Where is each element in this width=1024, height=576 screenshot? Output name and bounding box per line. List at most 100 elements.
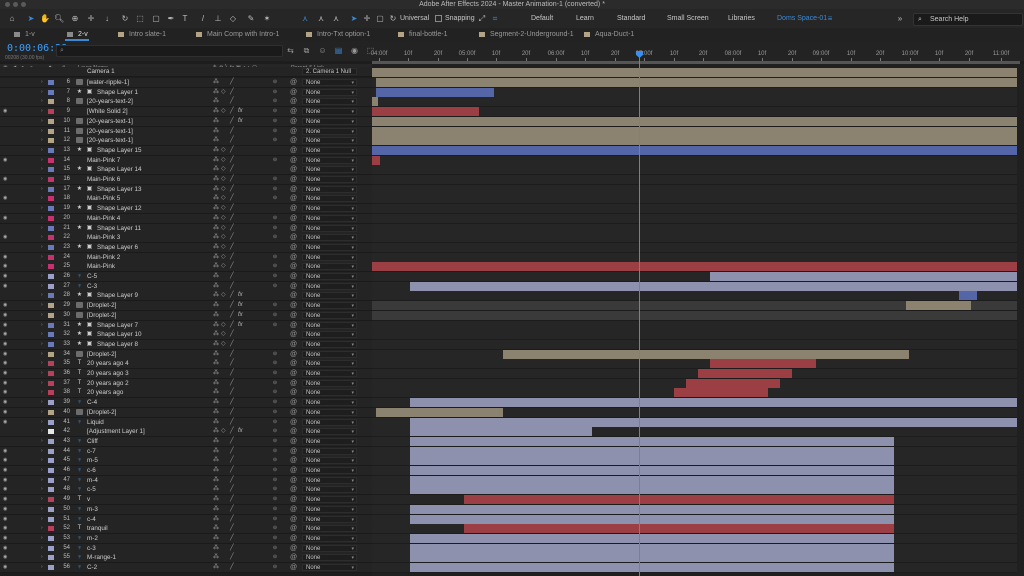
effects-switch-icon[interactable]: fx	[238, 321, 243, 330]
shy-switch-icon[interactable]: ⁂	[213, 379, 219, 388]
layer-name[interactable]: Main-Pink 3	[87, 233, 120, 242]
layer-name[interactable]: [20-years-text-1]	[87, 127, 133, 136]
quality-switch-icon[interactable]: ╱	[230, 418, 234, 427]
shy-switch-icon[interactable]: ⁂	[213, 544, 219, 553]
layer-row[interactable]: ◉ › 37 T 20 years ago 2 ⁂ ╱ ⊝ @ None ▾	[0, 378, 372, 389]
comp-tab-5[interactable]: final-bottle-1	[398, 28, 448, 41]
shy-switch-icon[interactable]: ⁂	[213, 97, 219, 106]
pick-whip-icon[interactable]: @	[290, 272, 297, 281]
effects-switch-icon[interactable]: fx	[238, 311, 243, 320]
expand-arrow-icon[interactable]: ›	[41, 330, 43, 339]
pick-whip-icon[interactable]: @	[290, 185, 297, 194]
expand-arrow-icon[interactable]: ›	[41, 311, 43, 320]
motion-blur-switch-icon[interactable]: ⊝	[272, 428, 278, 434]
quality-switch-icon[interactable]: ╱	[230, 175, 234, 184]
layer-row[interactable]: › 17 ★ ▣ Shape Layer 13 ⁂ ◇ ╱ ⊝ @ None ▾	[0, 184, 372, 195]
world-axis-icon[interactable]: ⋏	[316, 12, 326, 25]
label-color-swatch[interactable]	[48, 497, 54, 503]
visibility-eye-icon[interactable]: ◉	[3, 555, 8, 560]
pick-whip-icon[interactable]: @	[290, 136, 297, 145]
layer-duration-bar[interactable]	[410, 427, 592, 437]
expand-arrow-icon[interactable]: ›	[41, 291, 43, 300]
motion-blur-switch-icon[interactable]: ⊝	[272, 554, 278, 560]
parent-dropdown[interactable]: None ▾	[302, 195, 357, 203]
frame-blending-icon[interactable]: ▤	[334, 46, 343, 55]
snap-options-icon[interactable]: ⤢	[477, 12, 487, 25]
expand-arrow-icon[interactable]: ›	[41, 136, 43, 145]
workspace-default[interactable]: Default	[531, 12, 553, 25]
shy-switch-icon[interactable]: ⁂	[213, 291, 219, 300]
expand-arrow-icon[interactable]: ›	[41, 456, 43, 465]
shy-switch-icon[interactable]: ⁂	[213, 175, 219, 184]
shy-switch-icon[interactable]: ⁂	[213, 437, 219, 446]
parent-dropdown[interactable]: None ▾	[302, 127, 357, 135]
visibility-eye-icon[interactable]: ◉	[3, 322, 8, 327]
layer-name[interactable]: [Droplet-2]	[87, 311, 116, 320]
parent-dropdown[interactable]: None ▾	[302, 79, 357, 86]
motion-blur-switch-icon[interactable]: ⊝	[272, 351, 278, 357]
shy-switch-icon[interactable]: ⁂	[213, 330, 219, 339]
track-row[interactable]	[372, 223, 1024, 234]
layer-duration-bar[interactable]	[410, 533, 894, 543]
motion-blur-icon[interactable]: ◉	[350, 46, 359, 55]
layer-name[interactable]: Shape Layer 11	[97, 224, 141, 233]
shy-switch-icon[interactable]: ⁂	[213, 233, 219, 242]
parent-dropdown[interactable]: None ▾	[302, 263, 357, 271]
puppet-tool-icon[interactable]: ✶	[262, 12, 272, 25]
quality-switch-icon[interactable]: ╱	[230, 165, 234, 174]
visibility-eye-icon[interactable]: ◉	[3, 390, 8, 395]
motion-blur-switch-icon[interactable]: ⊝	[272, 89, 278, 95]
label-color-swatch[interactable]	[48, 526, 54, 532]
quality-switch-icon[interactable]: ╱	[230, 553, 234, 562]
parent-dropdown[interactable]: None ▾	[302, 564, 357, 571]
motion-blur-switch-icon[interactable]: ⊝	[272, 380, 278, 386]
quality-switch-icon[interactable]: ╱	[230, 408, 234, 417]
parent-dropdown[interactable]: None ▾	[302, 496, 357, 504]
layer-duration-bar[interactable]	[674, 388, 768, 398]
pick-whip-icon[interactable]: @	[290, 321, 297, 330]
layer-name[interactable]: [Droplet-2]	[87, 408, 116, 417]
layer-name[interactable]: Cliff	[87, 437, 98, 446]
layer-duration-bar[interactable]	[906, 301, 971, 311]
quality-switch-icon[interactable]: ╱	[230, 291, 234, 300]
label-color-swatch[interactable]	[48, 312, 54, 318]
layer-row[interactable]: ◉ › 16 Main-Pink 6 ⁂ ◇ ╱ ⊝ @ None ▾	[0, 175, 372, 185]
layer-duration-bar[interactable]	[410, 446, 894, 456]
eraser-tool-icon[interactable]: ◇	[228, 12, 238, 25]
expand-arrow-icon[interactable]: ›	[41, 563, 43, 572]
collapse-switch-icon[interactable]: ◇	[221, 204, 226, 213]
label-color-swatch[interactable]	[48, 448, 54, 454]
collapse-switch-icon[interactable]: ◇	[221, 291, 226, 300]
pick-whip-icon[interactable]: @	[290, 78, 297, 87]
layer-row[interactable]: › 19 ★ ▣ Shape Layer 12 ⁂ ◇ ╱ @ None ▾	[0, 204, 372, 215]
pick-whip-icon[interactable]: @	[290, 253, 297, 262]
layer-duration-bar[interactable]	[372, 116, 1020, 126]
shy-switch-icon[interactable]: ⁂	[213, 156, 219, 165]
collapse-switch-icon[interactable]: ◇	[221, 165, 226, 174]
pick-whip-icon[interactable]: @	[290, 359, 297, 368]
visibility-eye-icon[interactable]: ◉	[3, 274, 8, 279]
layer-row[interactable]: ◉ › 14 Main-Pink 7 ⁂ ◇ ╱ ⊝ @ None ▾	[0, 155, 372, 166]
label-color-swatch[interactable]	[48, 283, 54, 289]
motion-blur-switch-icon[interactable]: ⊝	[272, 496, 278, 502]
layer-duration-bar[interactable]	[372, 155, 380, 165]
parent-dropdown[interactable]: None ▾	[302, 117, 357, 125]
collapse-switch-icon[interactable]: ◇	[221, 194, 226, 203]
layer-name[interactable]: c-5	[87, 485, 96, 494]
label-color-swatch[interactable]	[48, 80, 54, 85]
layer-row[interactable]: ◉ › 31 ★ ▣ Shape Layer 7 ⁂ ◇ ╱ fx ⊝ @ None ▾	[0, 320, 372, 331]
layer-name[interactable]: 20 years ago 2	[87, 379, 129, 388]
shy-switch-icon[interactable]: ⁂	[213, 476, 219, 485]
label-color-swatch[interactable]	[48, 429, 54, 435]
layer-duration-bar[interactable]	[372, 97, 378, 107]
track-row[interactable]	[372, 155, 1024, 166]
layer-row[interactable]: › 13 ★ ▣ Shape Layer 15 ⁂ ◇ ╱ @ None ▾	[0, 145, 372, 156]
label-color-swatch[interactable]	[48, 380, 54, 386]
layer-duration-bar[interactable]	[372, 136, 1020, 146]
quality-switch-icon[interactable]: ╱	[230, 379, 234, 388]
shy-switch-icon[interactable]: ⁂	[213, 359, 219, 368]
shy-switch-icon[interactable]: ⁂	[213, 78, 219, 87]
label-color-swatch[interactable]	[48, 293, 54, 299]
collapse-switch-icon[interactable]: ◇	[221, 175, 226, 184]
label-color-swatch[interactable]	[48, 477, 54, 483]
